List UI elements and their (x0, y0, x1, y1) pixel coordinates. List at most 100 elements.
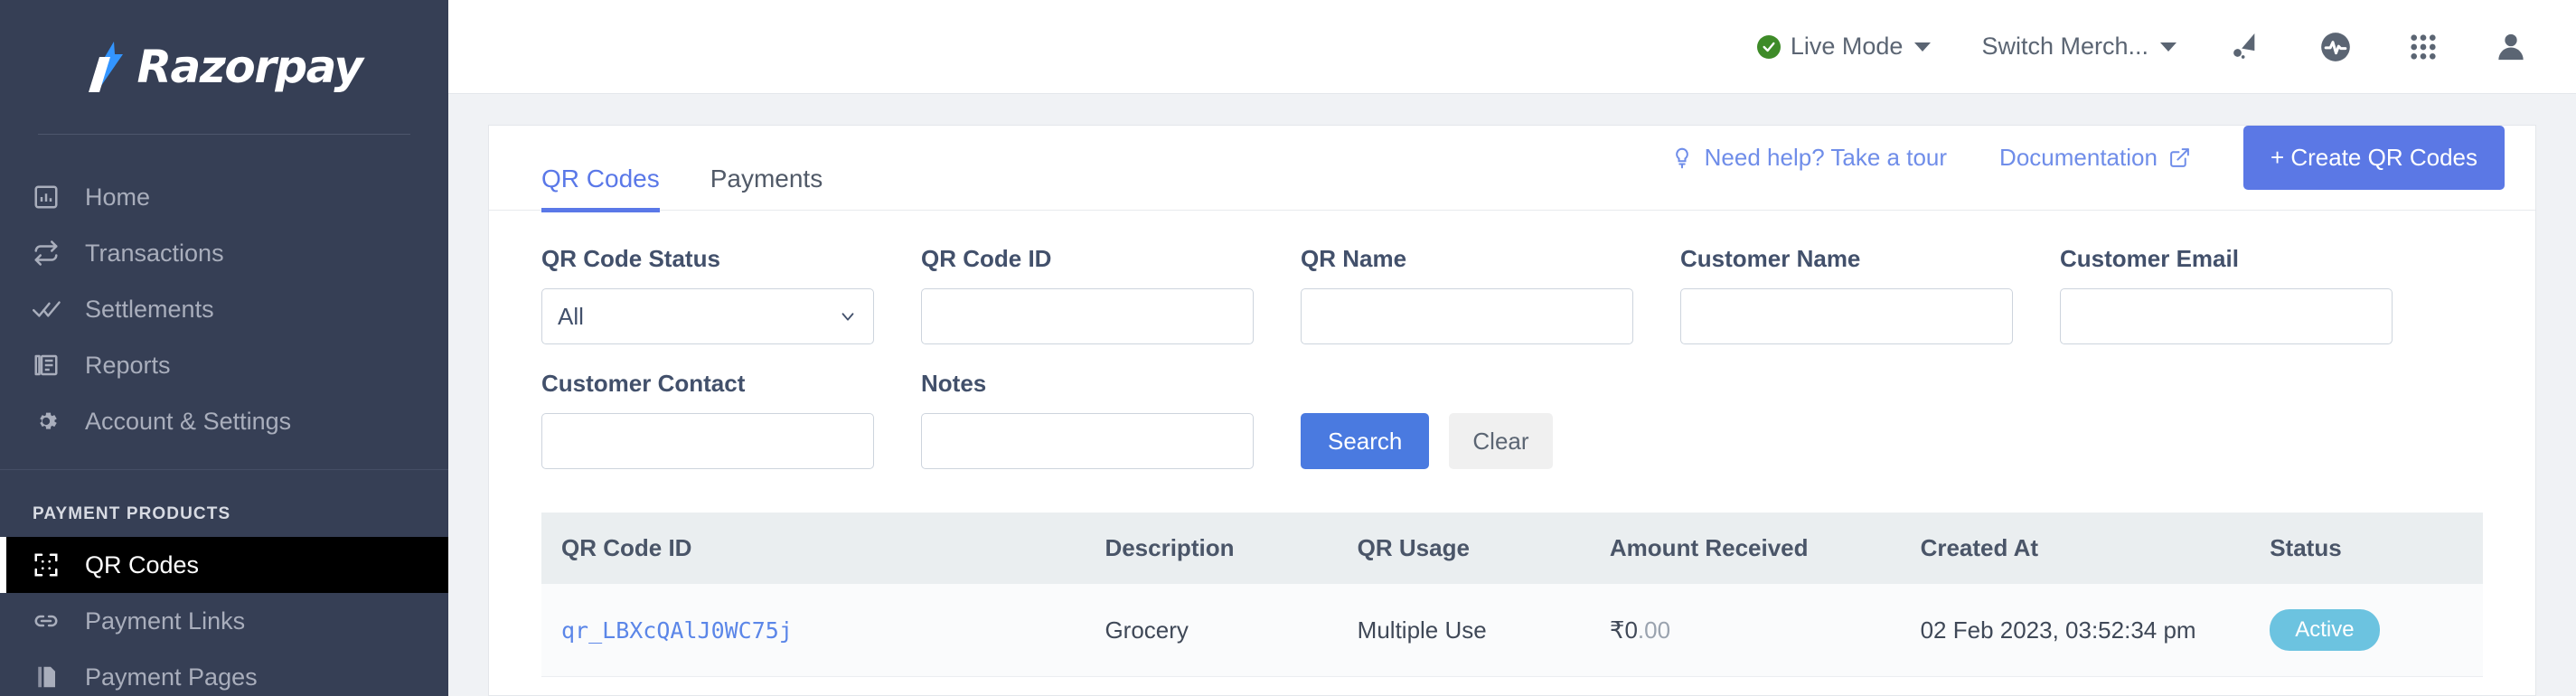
table-head: QR Code ID Description QR Usage Amount R… (541, 513, 2483, 584)
clear-button[interactable]: Clear (1449, 413, 1553, 469)
cell-qr-code-id: qr_LBXcQAlJ0WC75j (541, 584, 1086, 677)
chevron-down-icon (2160, 42, 2176, 52)
field-label: QR Name (1301, 245, 1407, 272)
take-a-tour-link[interactable]: Need help? Take a tour (1670, 144, 1947, 172)
table-body: qr_LBXcQAlJ0WC75j Grocery Multiple Use ₹… (541, 584, 2483, 677)
field-customer-name: Customer Name (1680, 245, 2013, 344)
user-account-icon[interactable] (2493, 29, 2529, 65)
sidebar-item-label: QR Codes (85, 550, 200, 578)
qr-name-input[interactable] (1301, 288, 1633, 344)
qr-code-id-link[interactable]: qr_LBXcQAlJ0WC75j (561, 617, 793, 644)
external-link-icon (2168, 146, 2191, 169)
customer-contact-input[interactable] (541, 413, 874, 469)
amount-integer: 0 (1624, 616, 1638, 644)
announcement-megaphone-icon[interactable] (2229, 29, 2265, 65)
qr-codes-table-wrap: QR Code ID Description QR Usage Amount R… (489, 469, 2535, 695)
filter-row-1: QR Code Status All Active Closed (541, 245, 2483, 344)
page-document-icon (33, 663, 65, 691)
column-header-amount-received[interactable]: Amount Received (1589, 513, 1901, 584)
switch-merchant-dropdown[interactable]: Switch Merch... (1981, 33, 2176, 61)
tab-payments[interactable]: Payments (710, 132, 823, 212)
chevron-down-icon (1914, 42, 1932, 52)
take-a-tour-label: Need help? Take a tour (1704, 144, 1948, 171)
status-badge: Active (2270, 609, 2380, 651)
customer-name-input[interactable] (1680, 288, 2013, 344)
sidebar-item-home[interactable]: Home (0, 169, 448, 225)
tab-label: QR Codes (541, 165, 660, 193)
field-qr-code-id: QR Code ID (921, 245, 1254, 344)
brand-logo[interactable]: Razorpay (0, 0, 448, 134)
field-label: Notes (921, 370, 987, 397)
column-header-qr-code-id[interactable]: QR Code ID (541, 513, 1086, 584)
live-mode-switcher[interactable]: Live Mode (1756, 33, 1932, 61)
create-qr-codes-button[interactable]: + Create QR Codes (2242, 126, 2505, 190)
tab-bar: QR Codes Payments (541, 132, 873, 212)
gear-icon (33, 408, 65, 435)
topbar: Live Mode Switch Merch... (448, 0, 2576, 94)
amount-currency-symbol: ₹ (1609, 616, 1625, 644)
field-label: QR Code ID (921, 245, 1052, 272)
search-button[interactable]: Search (1301, 413, 1430, 469)
sidebar-item-settlements[interactable]: Settlements (0, 281, 448, 337)
tab-qr-codes[interactable]: QR Codes (541, 132, 660, 212)
qr-codes-card: QR Codes Payments Need help? Take a tour… (488, 125, 2536, 696)
field-label: Customer Email (2060, 245, 2239, 272)
field-label: Customer Name (1680, 245, 1861, 272)
sidebar-item-label: Reports (85, 351, 171, 379)
column-header-status[interactable]: Status (2250, 513, 2483, 584)
sidebar-item-payment-pages[interactable]: Payment Pages (0, 649, 448, 696)
filters-panel: QR Code Status All Active Closed (489, 211, 2535, 469)
sidebar-section-label: PAYMENT PRODUCTS (33, 504, 231, 523)
main-area: Live Mode Switch Merch... QR Codes Payme… (448, 0, 2576, 696)
sidebar: Razorpay Home Transactions Settlements R… (0, 0, 448, 696)
field-label: QR Code Status (541, 245, 720, 272)
documentation-label: Documentation (1999, 144, 2158, 171)
filter-row-2: Customer Contact Notes Search Clear (541, 370, 2483, 469)
sidebar-item-label: Payment Pages (85, 663, 258, 691)
link-icon (33, 607, 65, 635)
field-label: Customer Contact (541, 370, 746, 397)
field-qr-name: QR Name (1301, 245, 1633, 344)
table-row[interactable]: qr_LBXcQAlJ0WC75j Grocery Multiple Use ₹… (541, 584, 2483, 677)
sidebar-item-qr-codes[interactable]: QR Codes (0, 537, 448, 593)
qr-codes-table: QR Code ID Description QR Usage Amount R… (541, 513, 2483, 677)
documentation-link[interactable]: Documentation (1999, 144, 2191, 172)
sidebar-item-label: Settlements (85, 295, 214, 323)
sidebar-item-label: Transactions (85, 239, 224, 267)
notes-input[interactable] (921, 413, 1254, 469)
brand-name: Razorpay (136, 41, 363, 93)
field-customer-contact: Customer Contact (541, 370, 874, 469)
field-notes: Notes (921, 370, 1254, 469)
card-header: QR Codes Payments Need help? Take a tour… (489, 126, 2535, 212)
cell-amount-received: ₹0.00 (1589, 584, 1901, 677)
amount-fraction: .00 (1637, 616, 1671, 644)
sidebar-item-label: Account & Settings (85, 407, 292, 435)
field-customer-email: Customer Email (2060, 245, 2393, 344)
apps-grid-icon[interactable] (2406, 30, 2440, 64)
tab-label: Payments (710, 165, 823, 193)
lightbulb-icon (1670, 146, 1694, 170)
sidebar-item-payment-links[interactable]: Payment Links (0, 593, 448, 649)
page-body: QR Codes Payments Need help? Take a tour… (448, 94, 2576, 696)
sidebar-item-label: Payment Links (85, 607, 246, 635)
sidebar-item-transactions[interactable]: Transactions (0, 225, 448, 281)
customer-email-input[interactable] (2060, 288, 2393, 344)
cell-created-at: 02 Feb 2023, 03:52:34 pm (1900, 584, 2251, 677)
sidebar-item-reports[interactable]: Reports (0, 337, 448, 393)
column-header-created-at[interactable]: Created At (1900, 513, 2251, 584)
cell-status: Active (2250, 584, 2483, 677)
chart-bar-icon (33, 183, 65, 211)
report-document-icon (33, 352, 65, 379)
sidebar-item-account-settings[interactable]: Account & Settings (0, 393, 448, 449)
switch-merchant-label: Switch Merch... (1981, 33, 2148, 60)
activity-pulse-icon[interactable] (2317, 29, 2354, 65)
transactions-arrows-icon (33, 240, 65, 267)
column-header-description[interactable]: Description (1085, 513, 1338, 584)
qr-code-status-select[interactable]: All Active Closed (541, 288, 874, 344)
razorpay-logo-icon (87, 42, 134, 92)
cell-qr-usage: Multiple Use (1337, 584, 1590, 677)
cell-description: Grocery (1085, 584, 1338, 677)
sidebar-divider (38, 134, 410, 135)
column-header-qr-usage[interactable]: QR Usage (1337, 513, 1590, 584)
qr-code-id-input[interactable] (921, 288, 1254, 344)
